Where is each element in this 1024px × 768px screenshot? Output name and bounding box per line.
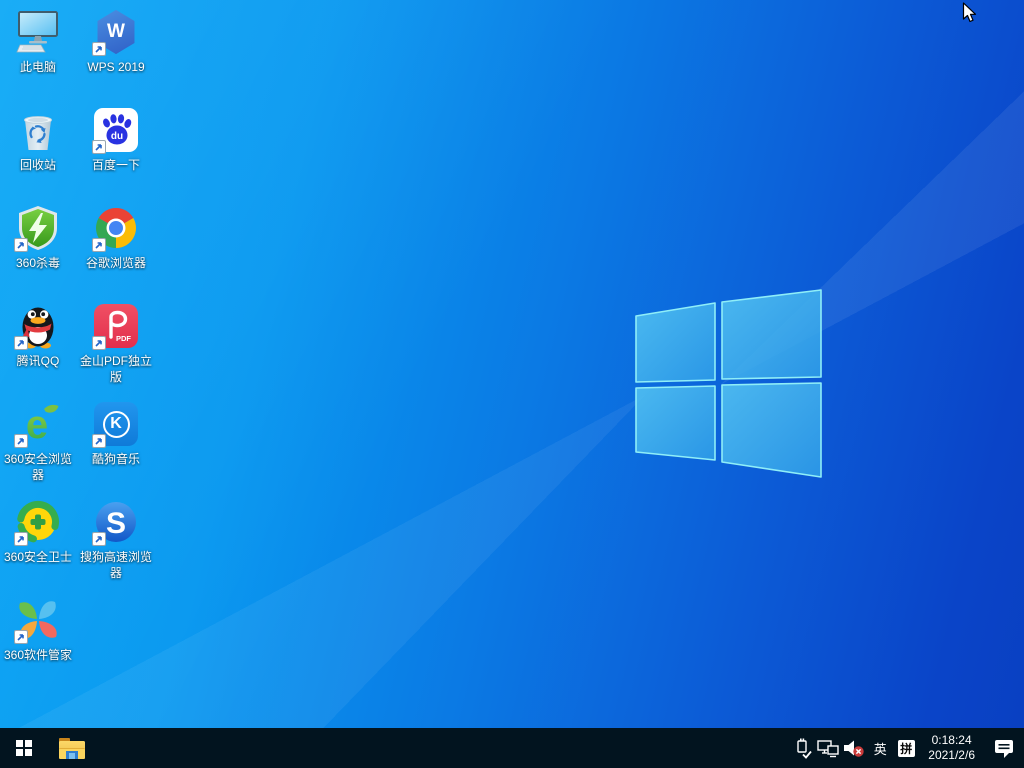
shortcut-arrow-icon — [92, 532, 106, 546]
shortcut-arrow-icon — [14, 532, 28, 546]
this-pc-icon — [16, 8, 60, 56]
action-center-button[interactable] — [984, 728, 1024, 768]
mouse-cursor — [962, 2, 980, 24]
speaker-muted-icon — [842, 737, 866, 759]
usb-icon — [792, 737, 812, 759]
volume-muted-button[interactable] — [841, 728, 867, 768]
windows-start-icon — [16, 740, 33, 757]
taskbar: 英 拼 0:18:24 2021/2/6 — [0, 728, 1024, 768]
desktop-icon-label: 百度一下 — [78, 157, 154, 173]
desktop-icon-label: 金山PDF独立版 — [78, 353, 154, 385]
desktop-icon-label: 谷歌浏览器 — [78, 255, 154, 271]
desktop-icon-kugou[interactable]: K 酷狗音乐 — [78, 400, 154, 467]
shortcut-arrow-icon — [92, 140, 106, 154]
shortcut-arrow-icon — [14, 630, 28, 644]
desktop-icon-wps-2019[interactable]: W WPS 2019 — [78, 8, 154, 75]
clock-date: 2021/2/6 — [928, 748, 975, 763]
shortcut-arrow-icon — [92, 238, 106, 252]
desktop-icon-kingsoft-pdf[interactable]: PDF 金山PDF独立版 — [78, 302, 154, 385]
shortcut-arrow-icon — [14, 434, 28, 448]
recycle-bin-icon — [16, 106, 60, 154]
ime-pinyin-icon: 拼 — [898, 740, 915, 757]
desktop-icon-baidu[interactable]: du 百度一下 — [78, 106, 154, 173]
desktop-icon-360-secure-browser[interactable]: e 360安全浏览器 — [0, 400, 76, 483]
taskbar-clock[interactable]: 0:18:24 2021/2/6 — [919, 733, 984, 763]
desktop-icon-label: 酷狗音乐 — [78, 451, 154, 467]
ime-mode-indicator[interactable]: 拼 — [893, 728, 919, 768]
desktop-wallpaper[interactable]: 此电脑 W WPS 2019 — [0, 0, 1024, 728]
desktop-icon-label: 此电脑 — [0, 59, 76, 75]
desktop-icon-label: 360软件管家 — [0, 647, 76, 663]
desktop-icon-360-software-manager[interactable]: 360软件管家 — [0, 596, 76, 663]
notification-icon — [992, 736, 1016, 760]
desktop-icon-this-pc[interactable]: 此电脑 — [0, 8, 76, 75]
desktop-icon-recycle-bin[interactable]: 回收站 — [0, 106, 76, 173]
system-tray: 英 拼 0:18:24 2021/2/6 — [789, 728, 1024, 768]
usb-safely-remove-button[interactable] — [789, 728, 815, 768]
desktop-icon-label: WPS 2019 — [78, 59, 154, 75]
network-icon — [816, 737, 840, 759]
desktop-icon-chrome[interactable]: 谷歌浏览器 — [78, 204, 154, 271]
svg-text:S: S — [106, 507, 126, 540]
clock-time: 0:18:24 — [928, 733, 975, 748]
network-status-button[interactable] — [815, 728, 841, 768]
svg-text:du: du — [111, 131, 123, 142]
file-explorer-icon — [59, 738, 85, 759]
windows-desktop-screen: 此电脑 W WPS 2019 — [0, 0, 1024, 768]
shortcut-arrow-icon — [92, 42, 106, 56]
desktop-icon-label: 腾讯QQ — [0, 353, 76, 369]
desktop-icon-tencent-qq[interactable]: 腾讯QQ — [0, 302, 76, 369]
shortcut-arrow-icon — [92, 434, 106, 448]
windows-wallpaper-logo — [630, 285, 830, 485]
desktop-icon-label: 360杀毒 — [0, 255, 76, 271]
shortcut-arrow-icon — [14, 336, 28, 350]
desktop-icon-label: 360安全卫士 — [0, 549, 76, 565]
desktop-icon-label: 360安全浏览器 — [0, 451, 76, 483]
shortcut-arrow-icon — [14, 238, 28, 252]
start-button[interactable] — [0, 728, 48, 768]
shortcut-arrow-icon — [92, 336, 106, 350]
desktop-icon-sogou[interactable]: S 搜狗高速浏览器 — [78, 498, 154, 581]
language-indicator[interactable]: 英 — [867, 728, 893, 768]
desktop-icon-label: 回收站 — [0, 157, 76, 173]
file-explorer-button[interactable] — [48, 728, 96, 768]
desktop-icon-360-safeguard[interactable]: 360安全卫士 — [0, 498, 76, 565]
desktop-icon-360-antivirus[interactable]: 360杀毒 — [0, 204, 76, 271]
svg-text:PDF: PDF — [116, 334, 131, 343]
desktop-icon-label: 搜狗高速浏览器 — [78, 549, 154, 581]
